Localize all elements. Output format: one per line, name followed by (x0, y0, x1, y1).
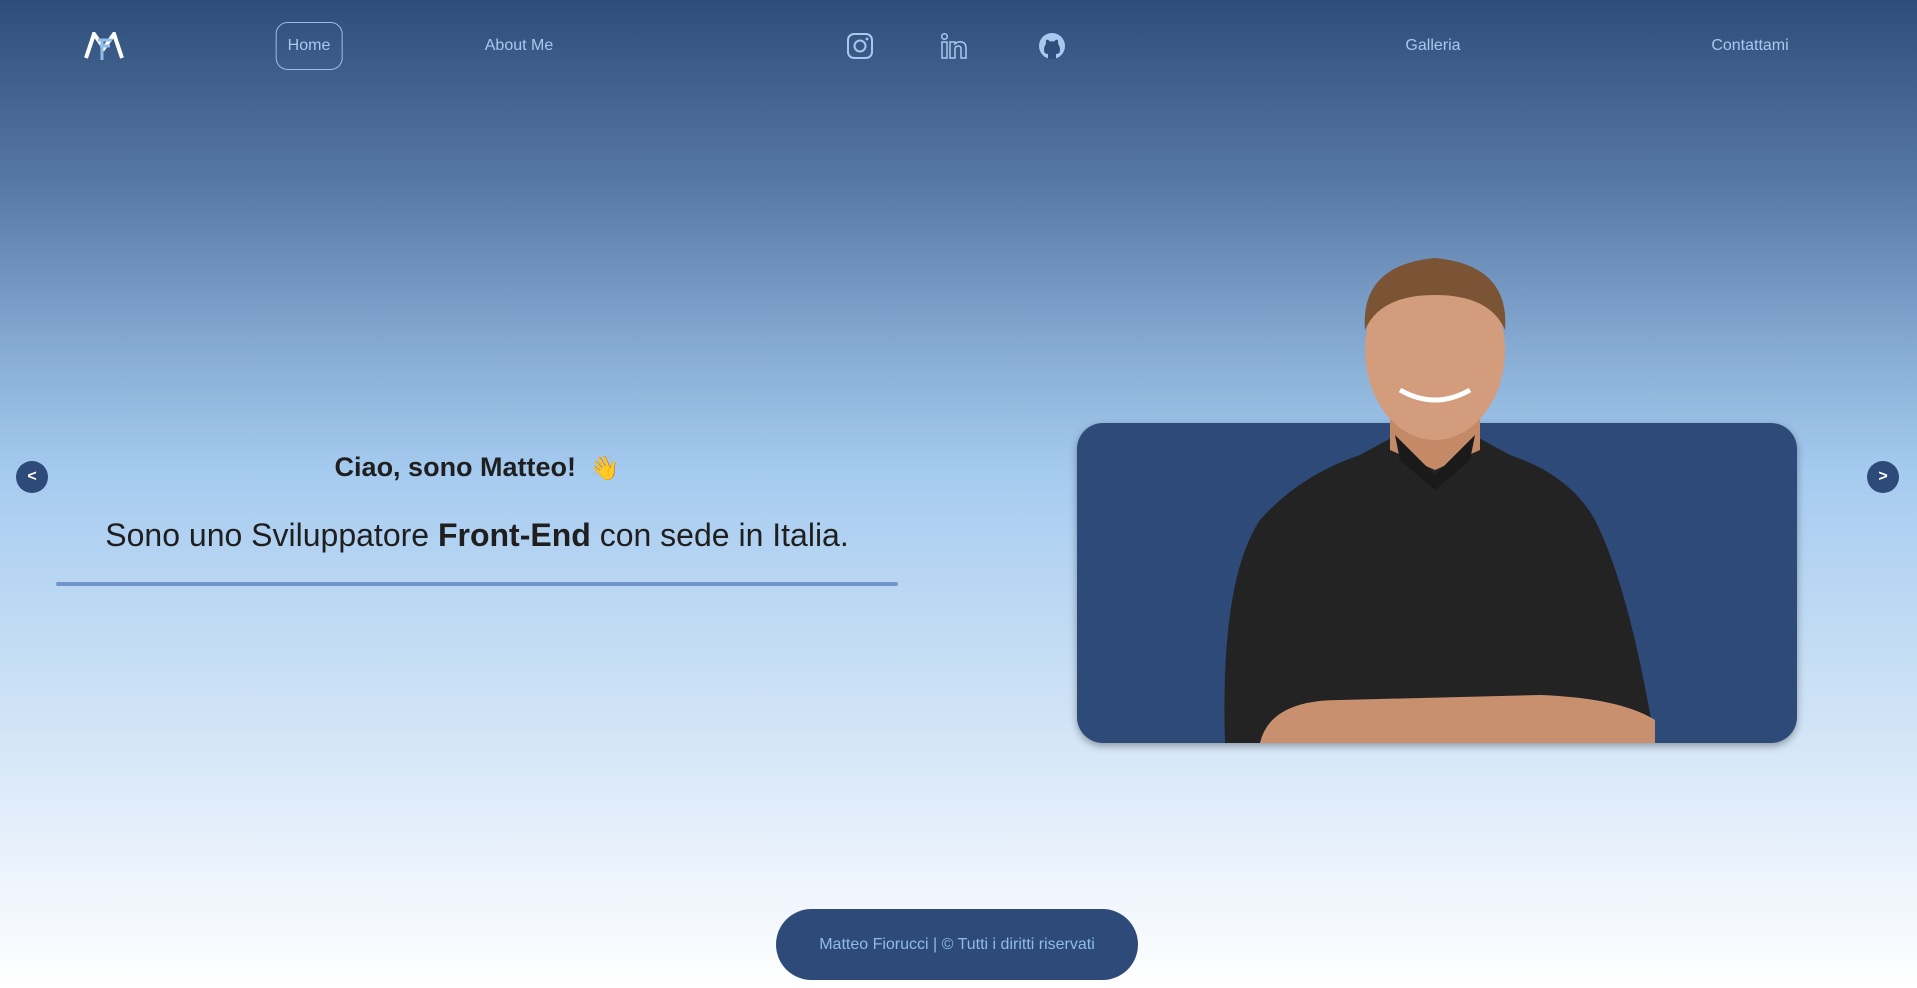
carousel-prev-button[interactable]: < (16, 461, 48, 493)
nav-about[interactable]: About Me (485, 37, 553, 55)
hero-intro: Sono uno Sviluppatore Front-End con sede… (56, 517, 898, 554)
nav-gallery[interactable]: Galleria (1405, 37, 1460, 55)
intro-pre: Sono uno Sviluppatore (105, 517, 438, 553)
hero-greeting: Ciao, sono Matteo! 👋 (56, 452, 898, 483)
greeting-text: Ciao, sono Matteo! (334, 452, 577, 482)
navbar: Home About Me Galleria Contattami (0, 0, 1917, 92)
github-icon[interactable] (1037, 31, 1067, 61)
nav-home[interactable]: Home (275, 22, 343, 70)
intro-bold: Front-End (437, 517, 591, 553)
hero-divider (56, 582, 898, 586)
intro-post: con sede in Italia. (590, 517, 849, 553)
footer: Matteo Fiorucci | © Tutti i diritti rise… (776, 909, 1138, 980)
logo-icon[interactable] (84, 32, 124, 60)
instagram-icon[interactable] (845, 31, 875, 61)
wave-icon: 👋 (589, 455, 620, 482)
profile-photo (1224, 258, 1655, 743)
footer-text: Matteo Fiorucci | © Tutti i diritti rise… (819, 935, 1095, 953)
carousel-next-button[interactable]: > (1867, 461, 1899, 493)
nav-contact[interactable]: Contattami (1711, 37, 1788, 55)
linkedin-icon[interactable] (939, 31, 969, 61)
